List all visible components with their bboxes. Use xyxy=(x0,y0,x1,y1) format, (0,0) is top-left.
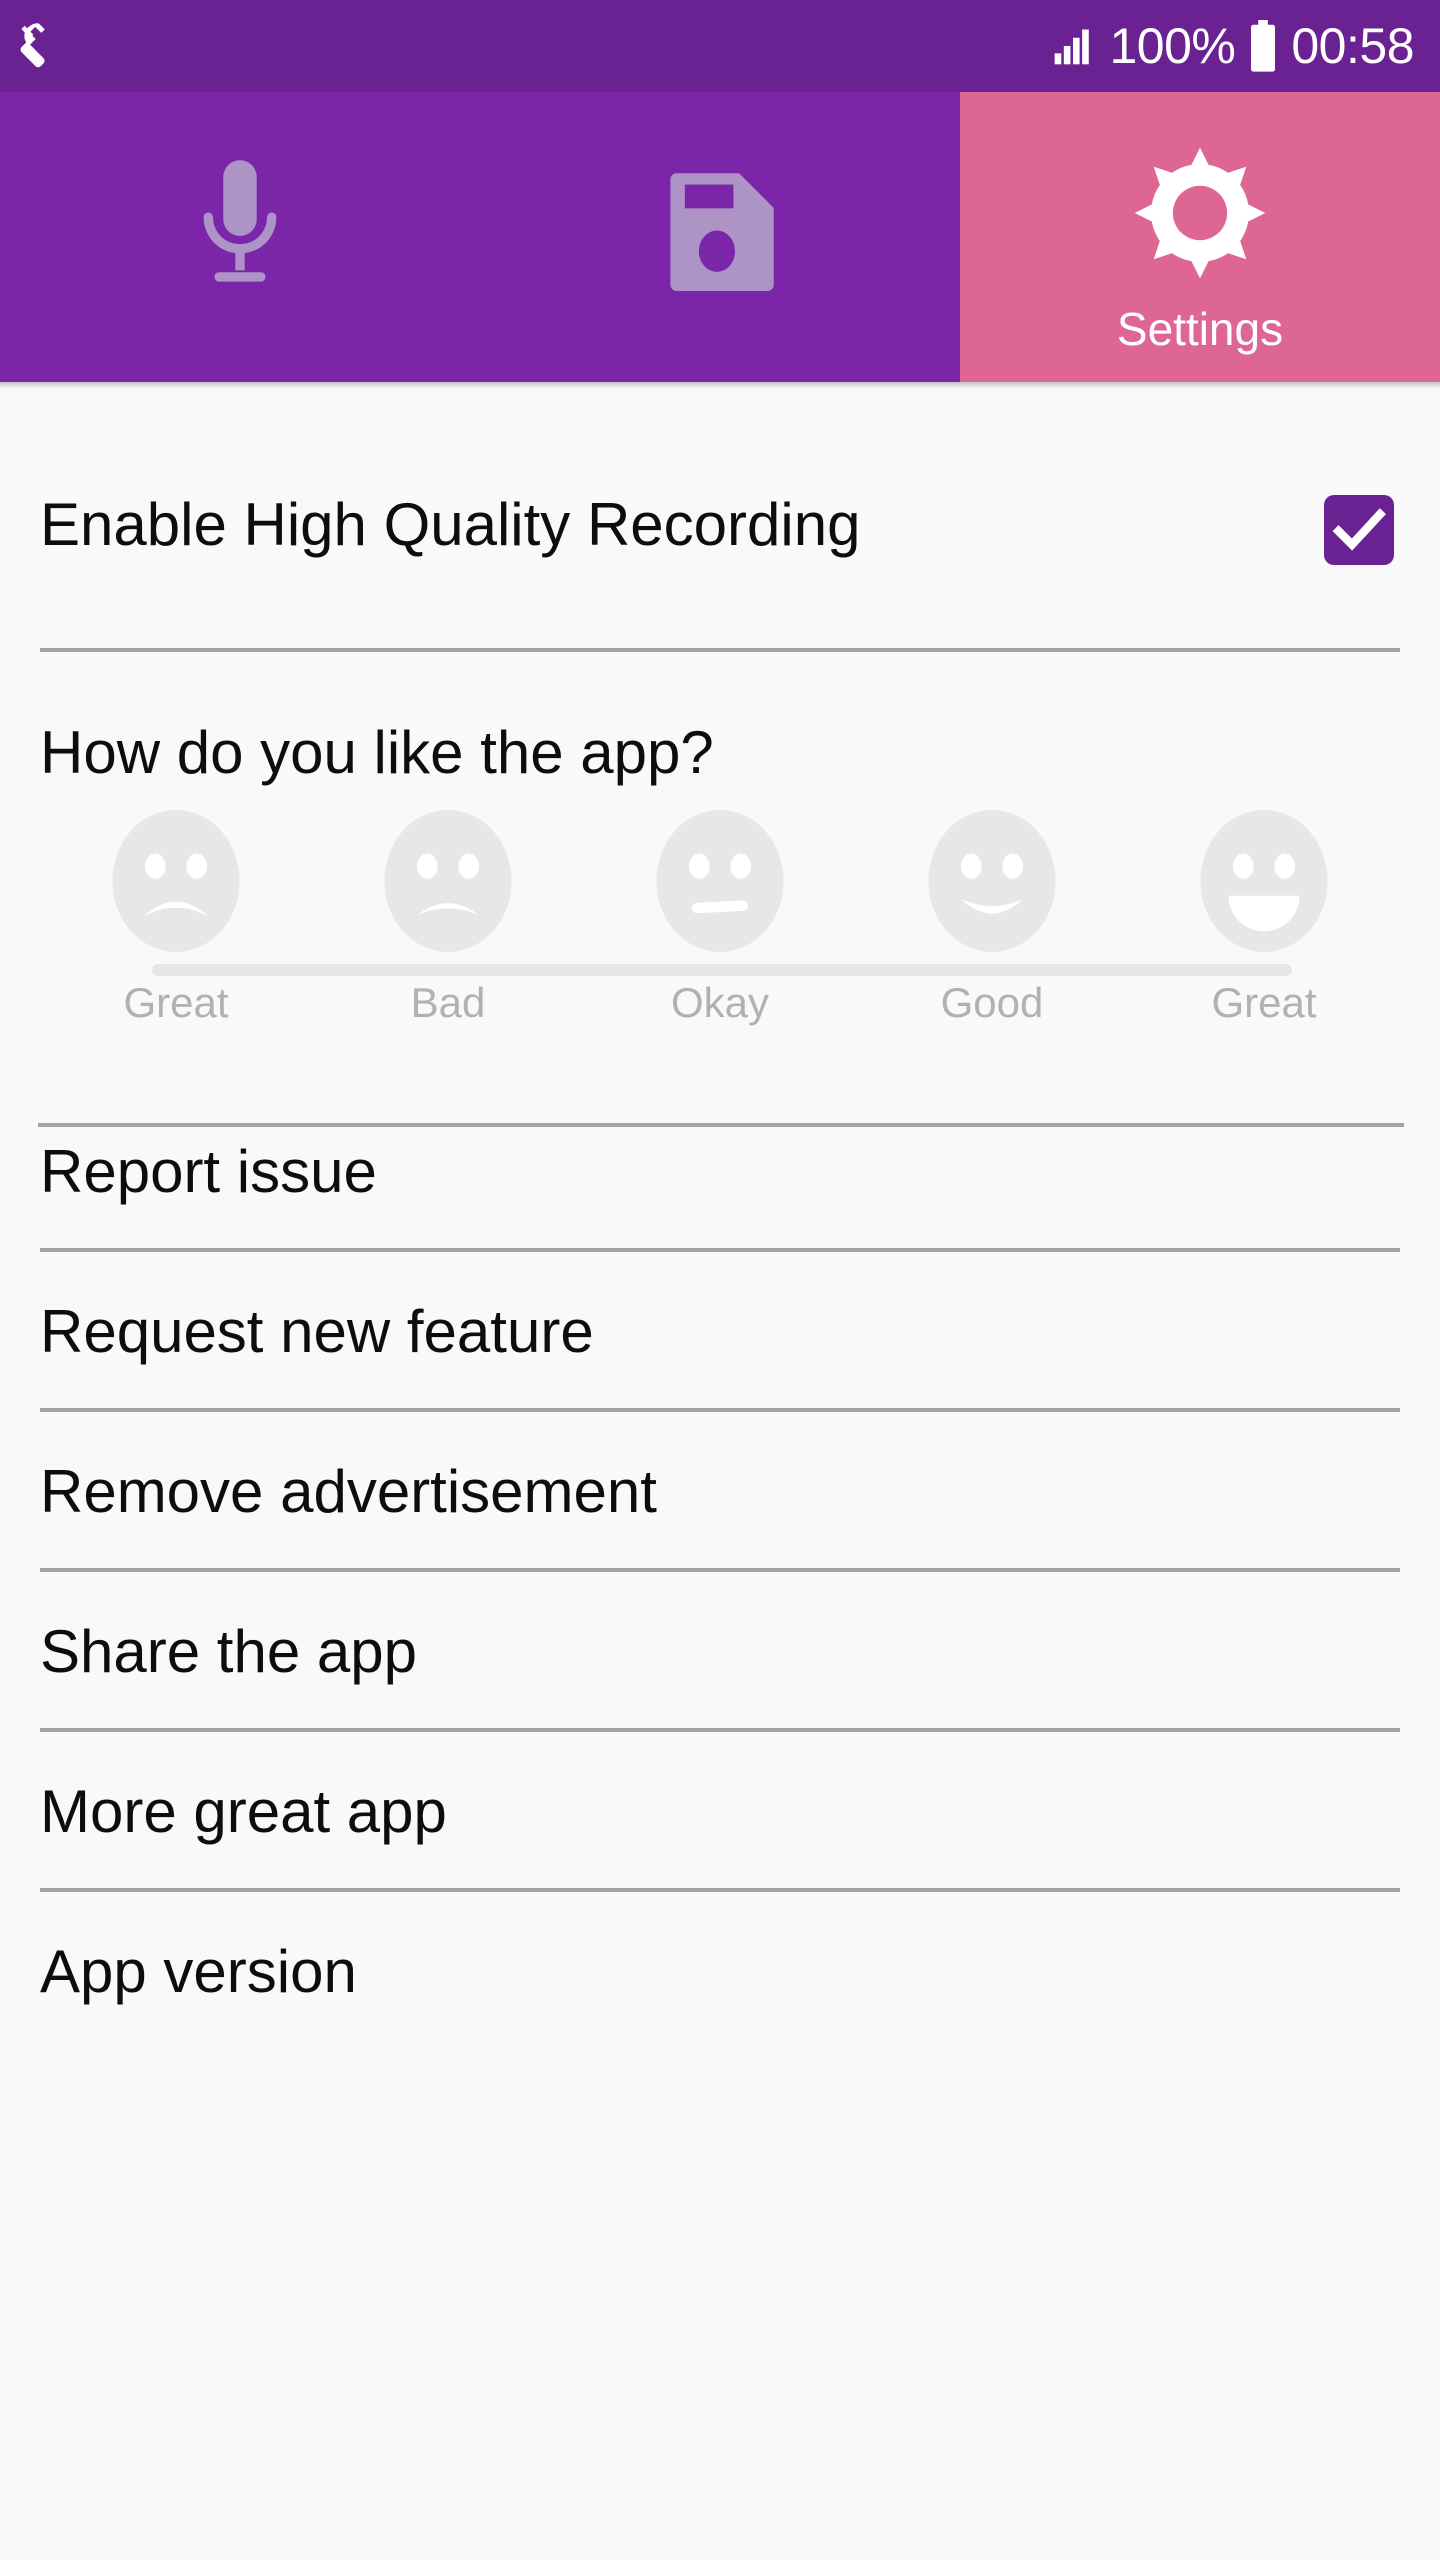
battery-percent-label: 100% xyxy=(1109,18,1236,74)
neutral-face-icon xyxy=(646,807,794,955)
tab-bar-shadow xyxy=(0,382,1440,389)
tab-save-icon-wrap xyxy=(658,154,782,304)
rating-option-1[interactable]: Great xyxy=(40,807,312,1027)
divider-after-report-issue xyxy=(40,1248,1400,1252)
happy-face-icon xyxy=(918,807,1066,955)
status-bar-right: 100% 00:58 xyxy=(1051,20,1414,72)
high-quality-recording-label: Enable High Quality Recording xyxy=(40,491,861,558)
list-item-request-new-feature[interactable]: Request new feature xyxy=(40,1298,1400,1366)
divider-after-rating xyxy=(38,1123,1404,1127)
divider-after-high-quality xyxy=(40,648,1400,652)
tab-save[interactable] xyxy=(480,92,960,382)
very-sad-face-icon xyxy=(102,807,250,955)
rating-option-4-label: Good xyxy=(940,979,1044,1026)
rating-options: Great Bad Okay Good Great xyxy=(40,807,1400,1027)
rating-option-2[interactable]: Bad xyxy=(312,807,584,1027)
divider-after-more-great-app xyxy=(40,1888,1400,1892)
status-bar-left xyxy=(14,18,70,74)
list-item-app-version[interactable]: App version xyxy=(40,1938,1400,2006)
gear-icon xyxy=(1132,145,1268,281)
tab-bar: Settings xyxy=(0,92,1440,382)
divider-after-remove-advertisement xyxy=(40,1568,1400,1572)
list-item-report-issue[interactable]: Report issue xyxy=(40,1138,1400,1206)
tab-settings[interactable]: Settings xyxy=(960,92,1440,382)
floppy-disk-save-icon xyxy=(658,167,782,291)
rating-option-3-label: Okay xyxy=(670,979,770,1026)
tab-settings-label: Settings xyxy=(1116,303,1284,355)
rating-option-4[interactable]: Good xyxy=(856,807,1128,1027)
clock-label: 00:58 xyxy=(1291,18,1414,74)
setting-high-quality-recording[interactable]: Enable High Quality Recording xyxy=(0,451,1440,647)
microphone-icon xyxy=(181,155,299,303)
status-bar: 100% 00:58 xyxy=(0,0,1440,92)
high-quality-recording-checkbox[interactable] xyxy=(1324,495,1394,565)
rating-question-label: How do you like the app? xyxy=(40,719,714,786)
rating-smiley-row[interactable]: Great Bad Okay Good Great xyxy=(40,807,1400,1067)
rating-option-3[interactable]: Okay xyxy=(584,807,856,1027)
tab-settings-icon-wrap xyxy=(1132,138,1268,288)
very-happy-face-icon xyxy=(1190,807,1338,955)
list-item-remove-advertisement[interactable]: Remove advertisement xyxy=(40,1458,1400,1526)
divider-after-share-the-app xyxy=(40,1728,1400,1732)
tab-record-icon-wrap xyxy=(181,154,299,304)
rating-option-5[interactable]: Great xyxy=(1128,807,1400,1027)
list-item-share-the-app[interactable]: Share the app xyxy=(40,1618,1400,1686)
list-item-more-great-app[interactable]: More great app xyxy=(40,1778,1400,1846)
app-screen: 100% 00:58 Settings Enable High Quality … xyxy=(0,0,1440,2560)
rating-option-2-label: Bad xyxy=(410,979,486,1026)
signal-bars-icon xyxy=(1051,24,1095,68)
rating-option-1-label: Great xyxy=(123,979,229,1026)
wrench-icon xyxy=(14,18,70,74)
rating-option-5-label: Great xyxy=(1211,979,1317,1026)
sad-face-icon xyxy=(374,807,522,955)
tab-record[interactable] xyxy=(0,92,480,382)
battery-full-icon xyxy=(1249,20,1277,72)
divider-after-request-new-feature xyxy=(40,1408,1400,1412)
settings-content: Enable High Quality Recording How do you… xyxy=(0,389,1440,2560)
